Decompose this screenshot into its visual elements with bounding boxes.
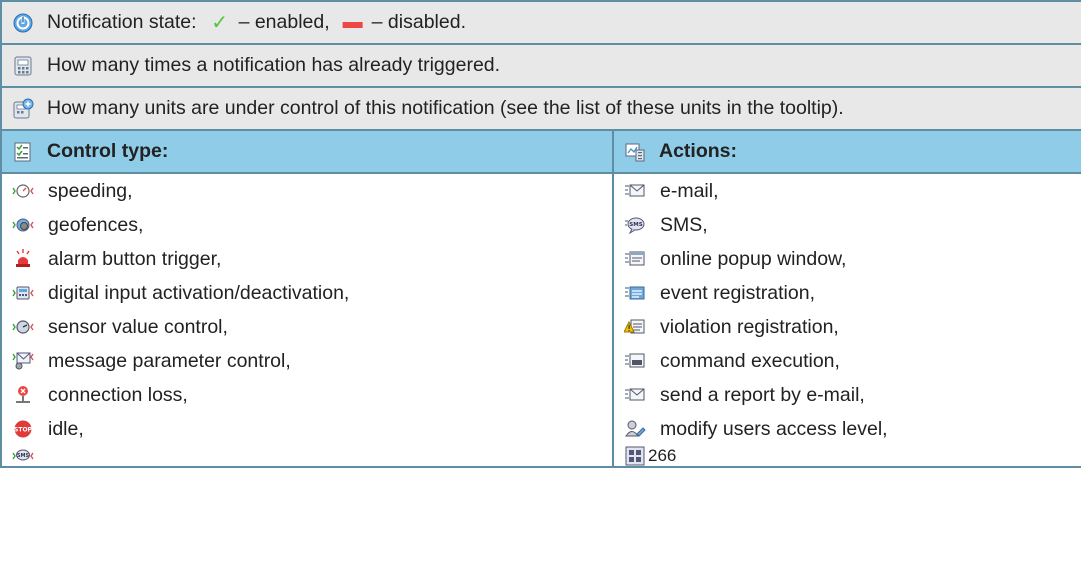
list-item-label: event registration,	[660, 281, 816, 304]
control-type-header-label: Control type:	[47, 140, 169, 162]
svg-text:SMS: SMS	[629, 222, 642, 228]
column-headers: Control type: Actions:	[0, 129, 1081, 174]
list-item: online popup window,	[624, 242, 1081, 276]
list-item: connection loss,	[12, 378, 611, 412]
list-item: event registration,	[624, 276, 1081, 310]
list-item-label: sensor value control,	[48, 315, 228, 338]
list-item-label: message parameter control,	[48, 349, 291, 372]
sms-bubble-icon: SMS	[624, 214, 646, 236]
notifications-help-page: Notification state: ✓ – enabled, ▬ – dis…	[0, 0, 1081, 567]
stop-sign-icon: STOP	[12, 418, 34, 440]
report-email-icon	[624, 384, 646, 406]
actions-header: Actions:	[612, 129, 1081, 174]
triggered-counter-icon	[12, 55, 34, 77]
notifications-help-table: Notification state: ✓ – enabled, ▬ – dis…	[0, 0, 1081, 468]
list-item: digital input activation/deactivation,	[12, 276, 611, 310]
actions-list-icon	[624, 141, 646, 163]
units-text: How many units are under control of this…	[47, 97, 844, 119]
event-registration-icon	[624, 282, 646, 304]
command-execution-icon	[624, 350, 646, 372]
actions-list: e-mail, SMS SMS, online popup window, ev…	[612, 172, 1081, 468]
list-item-label: online popup window,	[660, 247, 847, 270]
svg-text:STOP: STOP	[14, 427, 33, 434]
list-item: command execution,	[624, 344, 1081, 378]
violation-warning-icon	[624, 316, 646, 338]
list-item: e-mail,	[624, 175, 1081, 208]
list-item: 266	[624, 446, 1081, 465]
enabled-check-icon: ✓	[211, 12, 228, 34]
power-icon	[12, 12, 34, 34]
list-item-label: geofences,	[48, 213, 144, 236]
list-item: SMS SMS,	[624, 208, 1081, 242]
sms-control-icon: SMS	[12, 446, 34, 465]
list-item-label: e-mail,	[660, 179, 719, 202]
control-list-icon	[12, 141, 34, 163]
units-counter-icon	[12, 98, 34, 120]
list-item-label: send a report by e-mail,	[660, 383, 865, 406]
state-enabled-text: – enabled,	[238, 11, 330, 33]
list-item: geofences,	[12, 208, 611, 242]
list-item: modify users access level,	[624, 412, 1081, 446]
speedometer-icon	[12, 180, 34, 202]
disabled-dash-icon: ▬	[342, 11, 363, 33]
state-label: Notification state:	[47, 11, 197, 33]
control-type-header: Control type:	[0, 129, 614, 174]
list-item: alarm button trigger,	[12, 242, 611, 276]
counter-icon	[624, 446, 646, 465]
list-item-label: modify users access level,	[660, 417, 888, 440]
list-item-label: 266	[648, 446, 677, 465]
message-parameter-icon	[12, 350, 34, 372]
connection-loss-icon	[12, 384, 34, 406]
list-item-label: SMS,	[660, 213, 708, 236]
content-row: speeding, geofences, alarm button trigge…	[0, 172, 1081, 468]
state-disabled-text: – disabled.	[371, 11, 466, 33]
email-icon	[624, 180, 646, 202]
list-item-label: speeding,	[48, 179, 133, 202]
list-item: message parameter control,	[12, 344, 611, 378]
geofence-icon	[12, 214, 34, 236]
list-item-label: command execution,	[660, 349, 840, 372]
list-item-label: connection loss,	[48, 383, 188, 406]
control-type-list: speeding, geofences, alarm button trigge…	[0, 172, 614, 468]
svg-text:SMS: SMS	[17, 453, 30, 459]
info-row-state: Notification state: ✓ – enabled, ▬ – dis…	[0, 0, 1081, 45]
list-item: speeding,	[12, 175, 611, 208]
list-item: send a report by e-mail,	[624, 378, 1081, 412]
actions-header-label: Actions:	[659, 140, 737, 162]
list-item: SMS	[12, 446, 611, 465]
digital-input-icon	[12, 282, 34, 304]
list-item-label: digital input activation/deactivation,	[48, 281, 350, 304]
list-item-label: violation registration,	[660, 315, 839, 338]
list-item: violation registration,	[624, 310, 1081, 344]
info-row-units: How many units are under control of this…	[0, 86, 1081, 131]
list-item: sensor value control,	[12, 310, 611, 344]
list-item-label: idle,	[48, 417, 84, 440]
alarm-siren-icon	[12, 248, 34, 270]
user-access-icon	[624, 418, 646, 440]
info-row-triggered: How many times a notification has alread…	[0, 43, 1081, 88]
triggered-text: How many times a notification has alread…	[47, 54, 501, 76]
list-item: STOP idle,	[12, 412, 611, 446]
sensor-gauge-icon	[12, 316, 34, 338]
list-item-label: alarm button trigger,	[48, 247, 222, 270]
popup-window-icon	[624, 248, 646, 270]
